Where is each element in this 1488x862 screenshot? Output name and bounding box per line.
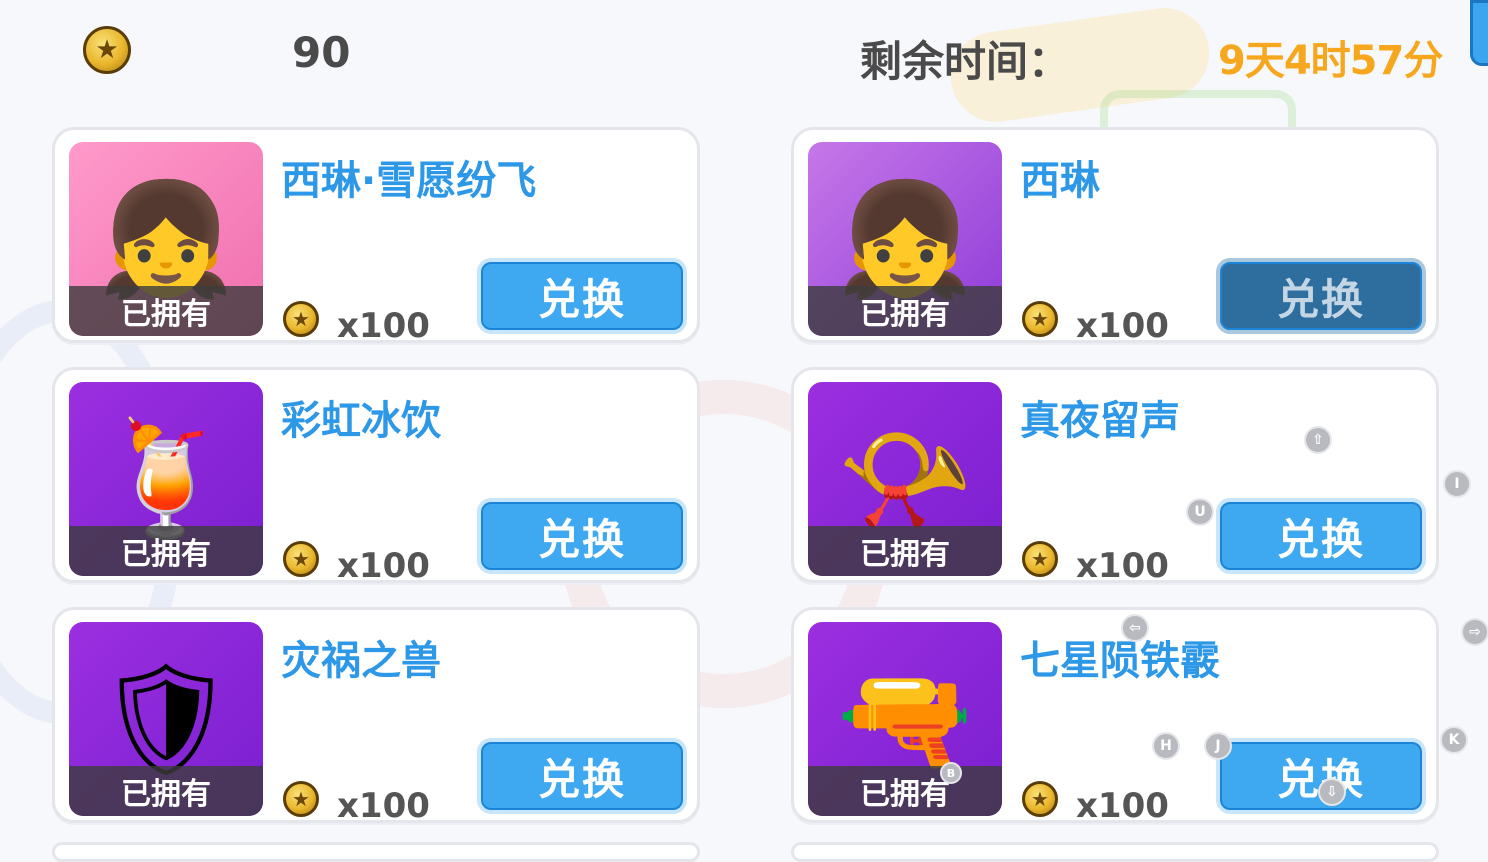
item-name: 西琳 bbox=[1020, 158, 1100, 204]
owned-badge: 已拥有 bbox=[69, 286, 263, 336]
item-name: 西琳·雪愿纷飞 bbox=[281, 158, 537, 204]
item-price: ★ x100 bbox=[1022, 532, 1169, 586]
key-hint-up-icon: ⇧ bbox=[1304, 426, 1332, 454]
shop-header: ★ 90 剩余时间： 9天4时57分 bbox=[0, 0, 1488, 100]
key-hint-i: I bbox=[1443, 470, 1471, 498]
gold-star-coin-icon: ★ bbox=[1022, 301, 1058, 337]
gold-star-coin-icon: ★ bbox=[1022, 781, 1058, 817]
owned-badge: 已拥有 bbox=[69, 526, 263, 576]
exchange-button-disabled[interactable]: 兑换 bbox=[1216, 258, 1426, 334]
owned-badge: 已拥有 bbox=[808, 766, 1002, 816]
owned-badge: 已拥有 bbox=[69, 766, 263, 816]
remaining-time-value: 9天4时57分 bbox=[1218, 38, 1443, 84]
key-hint-j: J bbox=[1204, 732, 1232, 760]
price-amount: x100 bbox=[1076, 306, 1169, 346]
shop-item-card: 👧 已拥有 西琳 ★ x100 兑换 bbox=[791, 127, 1439, 346]
item-thumbnail: 👧 已拥有 bbox=[69, 142, 263, 336]
price-amount: x100 bbox=[337, 786, 430, 826]
item-price: ★ x100 bbox=[283, 292, 430, 346]
item-name: 七星陨铁霰 bbox=[1020, 638, 1220, 684]
exchange-button[interactable]: 兑换 bbox=[477, 498, 687, 574]
price-amount: x100 bbox=[337, 546, 430, 586]
shop-item-card: 👧 已拥有 西琳·雪愿纷飞 ★ x100 兑换 bbox=[52, 127, 700, 346]
key-hint-right-icon: ⇨ bbox=[1461, 618, 1488, 646]
key-hint-b: B bbox=[940, 762, 962, 784]
exchange-button[interactable]: 兑换 bbox=[477, 738, 687, 814]
key-hint-down-icon: ⇩ bbox=[1318, 778, 1346, 806]
item-name: 彩虹冰饮 bbox=[281, 398, 441, 444]
item-thumbnail: 🔫 已拥有 bbox=[808, 622, 1002, 816]
shop-item-card-partial bbox=[791, 842, 1439, 862]
shop-item-card: 🍹 已拥有 彩虹冰饮 ★ x100 兑换 bbox=[52, 367, 700, 586]
key-hint-h: H bbox=[1152, 732, 1180, 760]
item-thumbnail: 🛡 已拥有 bbox=[69, 622, 263, 816]
gold-star-coin-icon: ★ bbox=[83, 26, 131, 74]
side-tab-button[interactable] bbox=[1470, 0, 1488, 66]
key-hint-left-icon: ⇦ bbox=[1121, 614, 1149, 642]
key-hint-k: K bbox=[1440, 726, 1468, 754]
gold-star-coin-icon: ★ bbox=[283, 781, 319, 817]
owned-badge: 已拥有 bbox=[808, 286, 1002, 336]
shop-item-card: 📯 已拥有 真夜留声 ★ x100 兑换 bbox=[791, 367, 1439, 586]
exchange-button[interactable]: 兑换 bbox=[1216, 738, 1426, 814]
price-amount: x100 bbox=[1076, 546, 1169, 586]
item-price: ★ x100 bbox=[283, 532, 430, 586]
price-amount: x100 bbox=[1076, 786, 1169, 826]
item-thumbnail: 🍹 已拥有 bbox=[69, 382, 263, 576]
owned-badge: 已拥有 bbox=[808, 526, 1002, 576]
item-price: ★ x100 bbox=[1022, 772, 1169, 826]
item-price: ★ x100 bbox=[283, 772, 430, 826]
item-thumbnail: 👧 已拥有 bbox=[808, 142, 1002, 336]
exchange-button[interactable]: 兑换 bbox=[477, 258, 687, 334]
item-name: 灾祸之兽 bbox=[281, 638, 441, 684]
gold-star-coin-icon: ★ bbox=[283, 301, 319, 337]
remaining-time-label: 剩余时间： bbox=[860, 37, 1071, 86]
key-hint-u: U bbox=[1186, 498, 1214, 526]
gold-star-coin-icon: ★ bbox=[1022, 541, 1058, 577]
shop-item-card-partial bbox=[52, 842, 700, 862]
item-name: 真夜留声 bbox=[1020, 398, 1180, 444]
price-amount: x100 bbox=[337, 306, 430, 346]
item-price: ★ x100 bbox=[1022, 292, 1169, 346]
item-thumbnail: 📯 已拥有 bbox=[808, 382, 1002, 576]
gold-star-coin-icon: ★ bbox=[283, 541, 319, 577]
coin-balance: 90 bbox=[292, 28, 351, 77]
shop-item-card: 🛡 已拥有 灾祸之兽 ★ x100 兑换 bbox=[52, 607, 700, 826]
exchange-button[interactable]: 兑换 bbox=[1216, 498, 1426, 574]
